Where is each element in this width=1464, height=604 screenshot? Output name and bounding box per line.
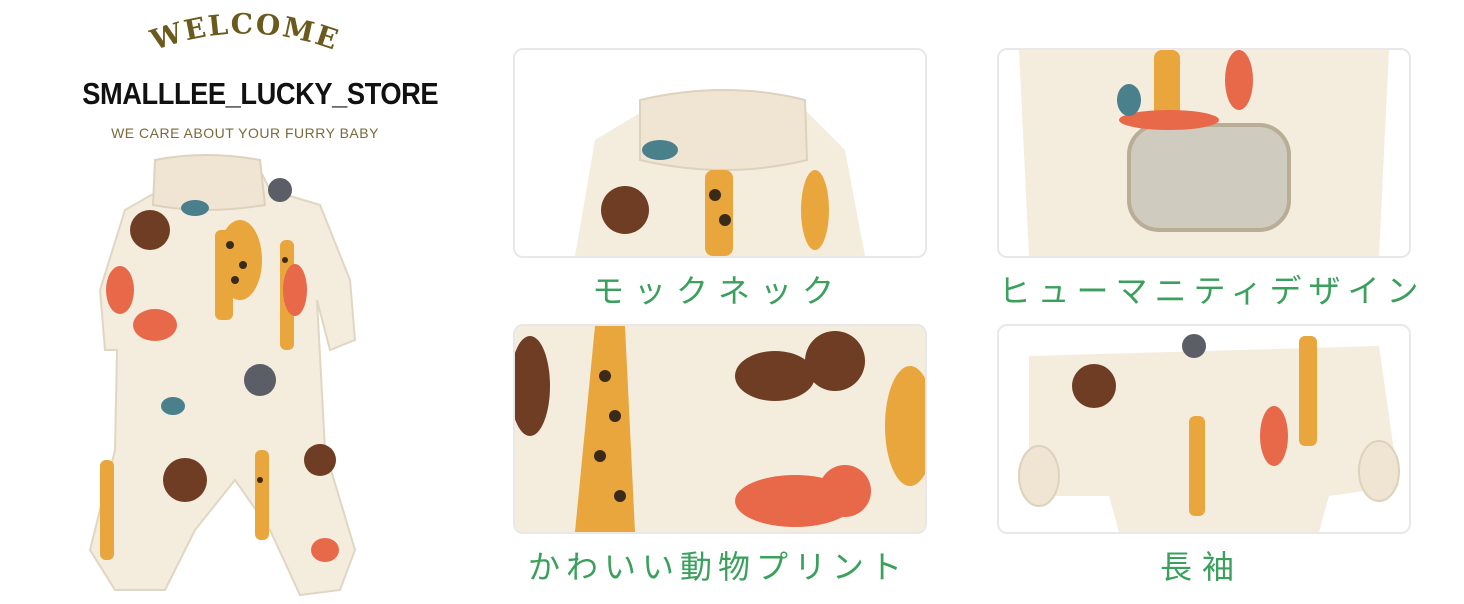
welcome-arc-text: WELCOME [146,7,344,57]
pet-pajama-product-image [55,150,400,600]
store-tagline: WE CARE ABOUT YOUR FURRY BABY [111,125,379,141]
svg-text:WELCOME: WELCOME [146,7,344,57]
feature-caption-mock-neck: モックネック [591,272,844,310]
store-name: SMALLLEE_LUCKY_STORE [82,76,439,111]
animal-print-closeup [513,324,927,534]
store-branding: WELCOME SMALLLEE_LUCKY_STORE WE CARE ABO… [60,0,439,150]
long-sleeve-closeup [997,324,1411,534]
feature-caption-ergonomic-design: ヒューマニティデザイン [998,272,1426,310]
ergonomic-design-closeup [997,48,1411,258]
feature-caption-animal-print: かわいい動物プリント [527,548,908,586]
mock-neck-closeup [513,48,927,258]
feature-caption-long-sleeve: 長袖 [1159,548,1244,586]
